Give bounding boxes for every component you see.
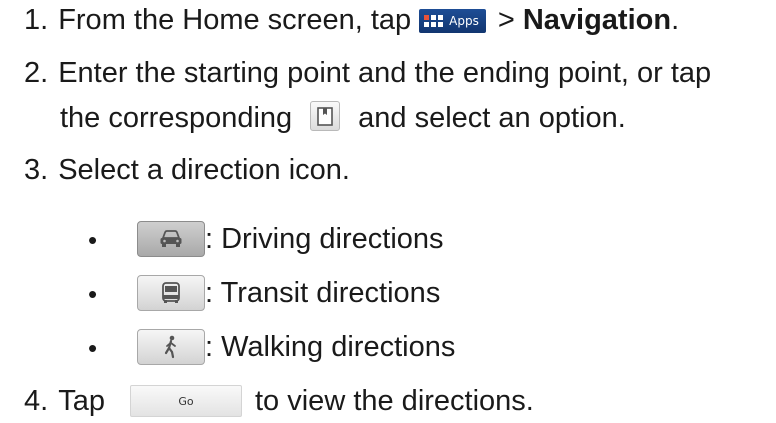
walking-label: : Walking directions (205, 331, 456, 363)
step-2-continued: the corresponding and select an option. (60, 98, 626, 138)
car-icon (160, 230, 182, 247)
bullet: • (88, 333, 98, 363)
step-text: and select an option. (358, 102, 626, 134)
transit-button[interactable] (137, 275, 205, 311)
step-text: Select a direction icon. (58, 154, 350, 186)
apps-grid-icon (424, 15, 444, 27)
step-text: Enter the starting point and the ending … (58, 57, 712, 89)
walking-button[interactable] (137, 329, 205, 365)
bullet: • (88, 279, 98, 309)
step-4-continued: to view the directions. (255, 381, 534, 421)
pedestrian-icon (164, 335, 176, 359)
step-number: 3. (24, 154, 49, 186)
step-text: the corresponding (60, 102, 293, 134)
apps-button[interactable]: Apps (419, 9, 486, 33)
navigation-label: Navigation (522, 4, 672, 36)
step-text: to view the directions. (255, 385, 534, 417)
go-button[interactable]: Go (130, 385, 242, 417)
step-number: 2. (24, 57, 49, 89)
step-2: 2. Enter the starting point and the endi… (24, 53, 711, 93)
step-number: 1. (24, 4, 49, 36)
bus-icon (162, 282, 180, 303)
apps-button-label: Apps (449, 14, 479, 28)
step-1: 1. From the Home screen, tap Apps > Navi… (24, 0, 679, 40)
bullet: • (88, 225, 98, 255)
driving-label: : Driving directions (205, 223, 444, 255)
period: . (671, 4, 680, 36)
bookmark-icon (317, 107, 333, 126)
separator: > (497, 4, 515, 36)
step-3: 3. Select a direction icon. (24, 150, 350, 190)
step-number: 4. (24, 385, 49, 417)
step-text: Tap (58, 385, 105, 417)
step-text: From the Home screen, tap (58, 4, 412, 36)
transit-label: : Transit directions (205, 277, 441, 309)
go-button-label: Go (178, 394, 194, 408)
driving-button[interactable] (137, 221, 205, 257)
bookmark-button[interactable] (310, 101, 341, 131)
step-4: 4. Tap (24, 381, 105, 421)
